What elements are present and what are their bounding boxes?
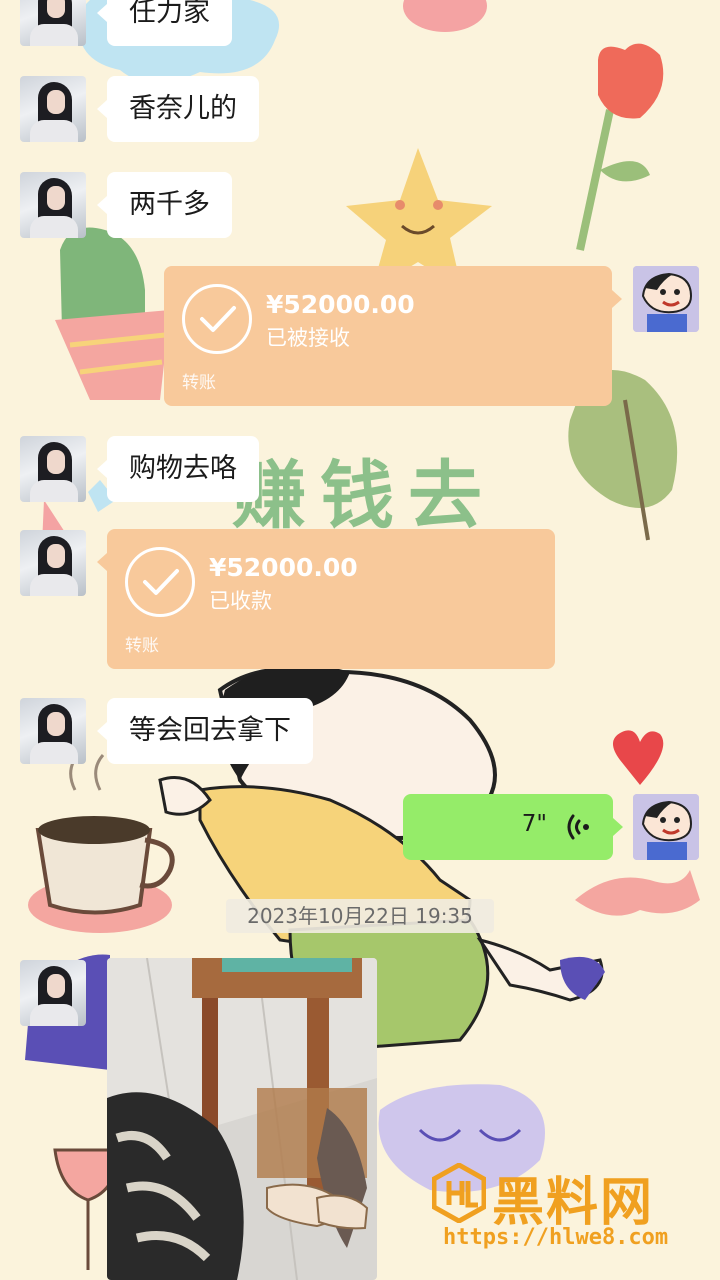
watermark-logo [432, 1163, 486, 1223]
contact-avatar[interactable] [20, 76, 86, 142]
watermark-url: https://hlwe8.com [443, 1225, 669, 1250]
check-circle-icon [182, 284, 252, 354]
contact-avatar[interactable] [20, 960, 86, 1026]
cartoon-avatar-icon [633, 794, 699, 860]
transfer-amount: ¥52000.00 [266, 290, 415, 319]
voice-wave-icon [567, 814, 589, 840]
message-bubble[interactable]: 两千多 [97, 172, 232, 238]
wallpaper-deco-text: 赚钱去 [232, 453, 496, 539]
contact-avatar[interactable] [20, 436, 86, 502]
my-avatar[interactable] [633, 266, 699, 332]
transfer-amount: ¥52000.00 [209, 553, 358, 582]
transfer-status: 已收款 [209, 589, 272, 613]
contact-avatar[interactable] [20, 172, 86, 238]
transfer-status: 已被接收 [266, 326, 350, 350]
transfer-label: 转账 [182, 373, 216, 393]
message-text: 两千多 [129, 189, 210, 220]
message-bubble[interactable]: 等会回去拿下 [97, 698, 313, 764]
photo-message[interactable] [107, 958, 377, 1280]
message-bubble[interactable]: 购物去咯 [97, 436, 259, 502]
check-circle-icon [125, 547, 195, 617]
transfer-label: 转账 [125, 636, 159, 656]
contact-avatar[interactable] [20, 698, 86, 764]
cartoon-avatar-icon [633, 266, 699, 332]
chat-timestamp: 2023年10月22日 19:35 [226, 899, 494, 933]
watermark-brand: 黑料网 [492, 1173, 655, 1233]
voice-duration: 7" [521, 811, 547, 837]
message-bubble[interactable]: 香奈儿的 [97, 76, 259, 142]
transfer-card-received[interactable]: ¥52000.00 已收款 转账 [97, 529, 555, 669]
contact-avatar[interactable] [20, 530, 86, 596]
message-text: 购物去咯 [129, 453, 237, 484]
photo-thumbnail [107, 958, 377, 1280]
contact-avatar[interactable] [20, 0, 86, 46]
transfer-card-sent[interactable]: ¥52000.00 已被接收 转账 [164, 266, 622, 406]
message-text: 香奈儿的 [129, 93, 237, 124]
message-text: 等会回去拿下 [129, 715, 291, 746]
my-avatar[interactable] [633, 794, 699, 860]
message-text: 任力家 [129, 0, 210, 28]
message-bubble-partial[interactable]: 任力家 [97, 0, 232, 46]
voice-message-bubble[interactable]: 7" [403, 794, 623, 860]
